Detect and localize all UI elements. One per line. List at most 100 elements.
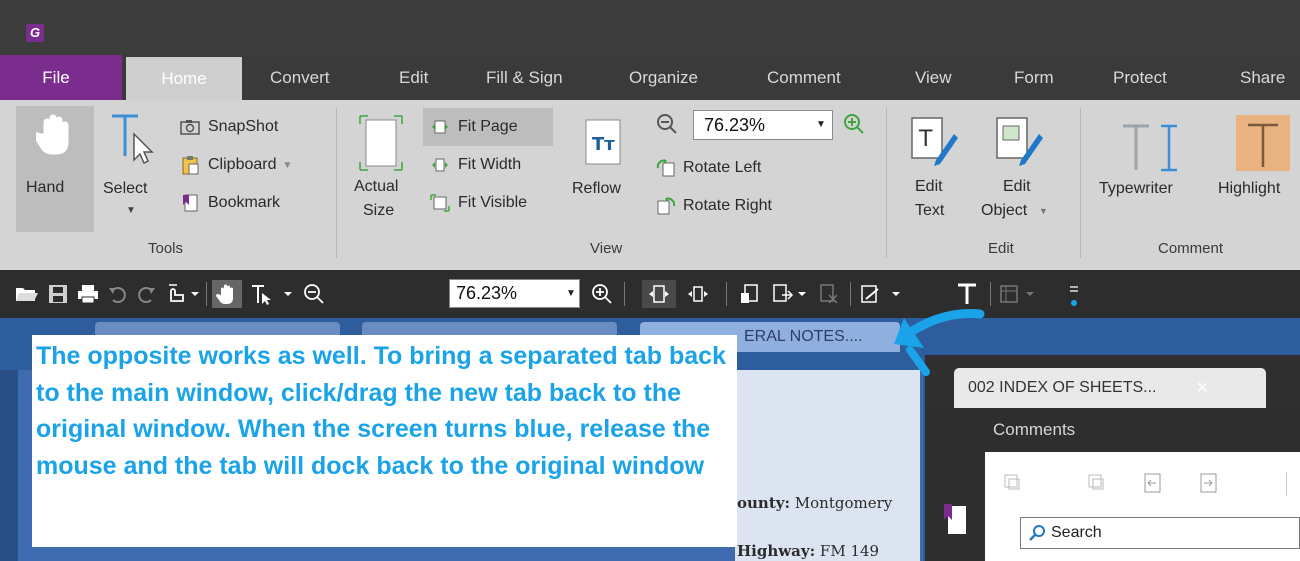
rotate-right-button[interactable]: Rotate Right <box>655 191 772 221</box>
edit-object-button[interactable]: Edit Object ▼ <box>975 110 1055 238</box>
fit-visible-label: Fit Visible <box>458 194 528 211</box>
tab-home[interactable]: Home <box>126 57 242 100</box>
actual-size-button[interactable]: Actual Size <box>350 110 420 235</box>
svg-text:Tт: Tт <box>592 134 615 155</box>
fit-visible-button[interactable]: Fit Visible <box>430 188 527 218</box>
toolbar-separator <box>726 282 727 306</box>
fit-page-icon <box>430 118 450 136</box>
toolbar-separator <box>850 282 851 306</box>
chevron-down-icon: ▼ <box>566 288 576 299</box>
edit-text-icon: T <box>911 117 958 166</box>
select-label: Select <box>103 180 148 197</box>
comment-tool-icon[interactable] <box>1002 472 1028 496</box>
redo-icon[interactable] <box>134 280 158 308</box>
comments-panel-title: Comments <box>993 420 1076 439</box>
open-folder-icon[interactable] <box>14 280 40 308</box>
typewriter-button[interactable]: Typewriter <box>1095 110 1213 220</box>
annotation-callout: The opposite works as well. To bring a s… <box>32 335 737 547</box>
group-label-view: View <box>590 240 623 257</box>
page-icon <box>359 115 403 171</box>
clipboard-button[interactable]: Clipboard ▼ <box>180 150 292 180</box>
hand-tool-icon[interactable] <box>212 280 242 308</box>
rotate-right-label: Rotate Right <box>683 197 772 214</box>
zoom-in-icon[interactable] <box>842 112 866 136</box>
chevron-down-icon: ▼ <box>816 119 826 130</box>
document-tab-label: ERAL NOTES.... <box>744 328 863 345</box>
bookmark-panel-icon[interactable] <box>940 500 970 540</box>
hand-label: Hand <box>26 179 65 196</box>
tab-form[interactable]: Form <box>1014 55 1054 100</box>
comments-search-input[interactable]: Search <box>1020 517 1300 549</box>
fit-width-label: Fit Width <box>458 156 522 173</box>
typewriter-label: Typewriter <box>1099 180 1173 197</box>
zoom-in-tool-icon[interactable] <box>588 280 616 308</box>
zoom-out-tool-icon[interactable] <box>300 280 328 308</box>
annotation-arrow-icon <box>894 309 985 376</box>
edit-object-label-1: Edit <box>1003 178 1031 195</box>
select-text-icon <box>112 114 154 165</box>
select-text-tool-icon[interactable] <box>250 280 296 308</box>
fit-width-button[interactable]: Fit Width <box>430 150 527 180</box>
ribbon-separator <box>336 108 337 258</box>
import-comments-icon[interactable] <box>1142 472 1168 496</box>
extract-page-icon[interactable] <box>770 280 810 308</box>
tab-share[interactable]: Share <box>1240 55 1285 100</box>
toolbar-separator <box>990 282 991 306</box>
touchup-icon[interactable] <box>164 280 200 308</box>
save-icon[interactable] <box>46 280 70 308</box>
print-icon[interactable] <box>76 280 100 308</box>
reflow-button[interactable]: Tт Reflow <box>570 110 642 220</box>
tab-convert[interactable]: Convert <box>270 55 330 100</box>
chevron-down-icon: ▼ <box>126 205 136 216</box>
tab-fill-sign[interactable]: Fill & Sign <box>486 55 563 100</box>
tab-comment[interactable]: Comment <box>767 55 841 100</box>
separated-document-tab[interactable]: 002 INDEX OF SHEETS... × <box>954 368 1266 408</box>
rotate-left-button[interactable]: Rotate Left <box>655 153 772 183</box>
comment-tool-icon[interactable] <box>1086 472 1112 496</box>
snapshot-label: SnapShot <box>208 118 279 135</box>
select-button[interactable]: Select ▼ <box>100 110 168 228</box>
ribbon-separator <box>886 108 887 258</box>
fit-page-button[interactable]: Fit Page <box>430 112 527 142</box>
tab-protect[interactable]: Protect <box>1113 55 1167 100</box>
undo-icon[interactable] <box>106 280 130 308</box>
edit-text-label-1: Edit <box>915 178 943 195</box>
hand-button[interactable]: Hand <box>16 106 94 232</box>
bookmark-button[interactable]: Bookmark <box>180 188 292 218</box>
tab-view[interactable]: View <box>915 55 952 100</box>
snapshot-button[interactable]: SnapShot <box>180 112 292 142</box>
separated-tab-label: 002 INDEX OF SHEETS... <box>968 379 1157 396</box>
edit-text-button[interactable]: T Edit Text <box>900 110 970 238</box>
toolbar-zoom-select[interactable]: 76.23% ▼ <box>449 279 580 308</box>
fit-width-icon <box>430 156 450 174</box>
fit-page-tool-icon[interactable] <box>642 280 676 308</box>
bookmark-label: Bookmark <box>208 194 281 211</box>
edit-object-icon <box>996 117 1043 166</box>
zoom-out-icon[interactable] <box>655 112 679 136</box>
chevron-down-icon: ▼ <box>282 159 293 171</box>
export-comments-icon[interactable] <box>1198 472 1224 496</box>
zoom-select[interactable]: 76.23% ▼ <box>693 110 833 140</box>
toolbar-zoom-value: 76.23% <box>456 283 518 303</box>
edit-object-label-2: Object <box>981 202 1028 219</box>
typewriter-icon <box>1123 124 1177 172</box>
actual-size-label-2: Size <box>363 202 395 219</box>
highlight-icon[interactable] <box>1236 115 1290 171</box>
fit-width-tool-icon[interactable] <box>684 280 712 308</box>
tab-organize[interactable]: Organize <box>629 55 698 100</box>
panel-toggle-icon[interactable] <box>998 280 1042 308</box>
tab-edit[interactable]: Edit <box>399 55 428 100</box>
hand-icon <box>36 114 69 155</box>
toolbar-separator <box>624 282 625 306</box>
close-icon[interactable]: × <box>1197 377 1209 400</box>
page-text-county: ounty: Montgomery <box>737 494 893 512</box>
delete-page-icon[interactable] <box>814 280 844 308</box>
insert-page-icon[interactable] <box>736 280 766 308</box>
ribbon-separator <box>1080 108 1081 258</box>
customize-toolbar-icon[interactable] <box>1064 280 1084 308</box>
tab-file[interactable]: File <box>0 55 122 100</box>
highlight-label[interactable]: Highlight <box>1218 180 1280 198</box>
app-logo[interactable]: G <box>26 24 44 42</box>
reflow-label: Reflow <box>572 180 621 197</box>
page-text-highway: Highway: FM 149 <box>737 542 880 560</box>
